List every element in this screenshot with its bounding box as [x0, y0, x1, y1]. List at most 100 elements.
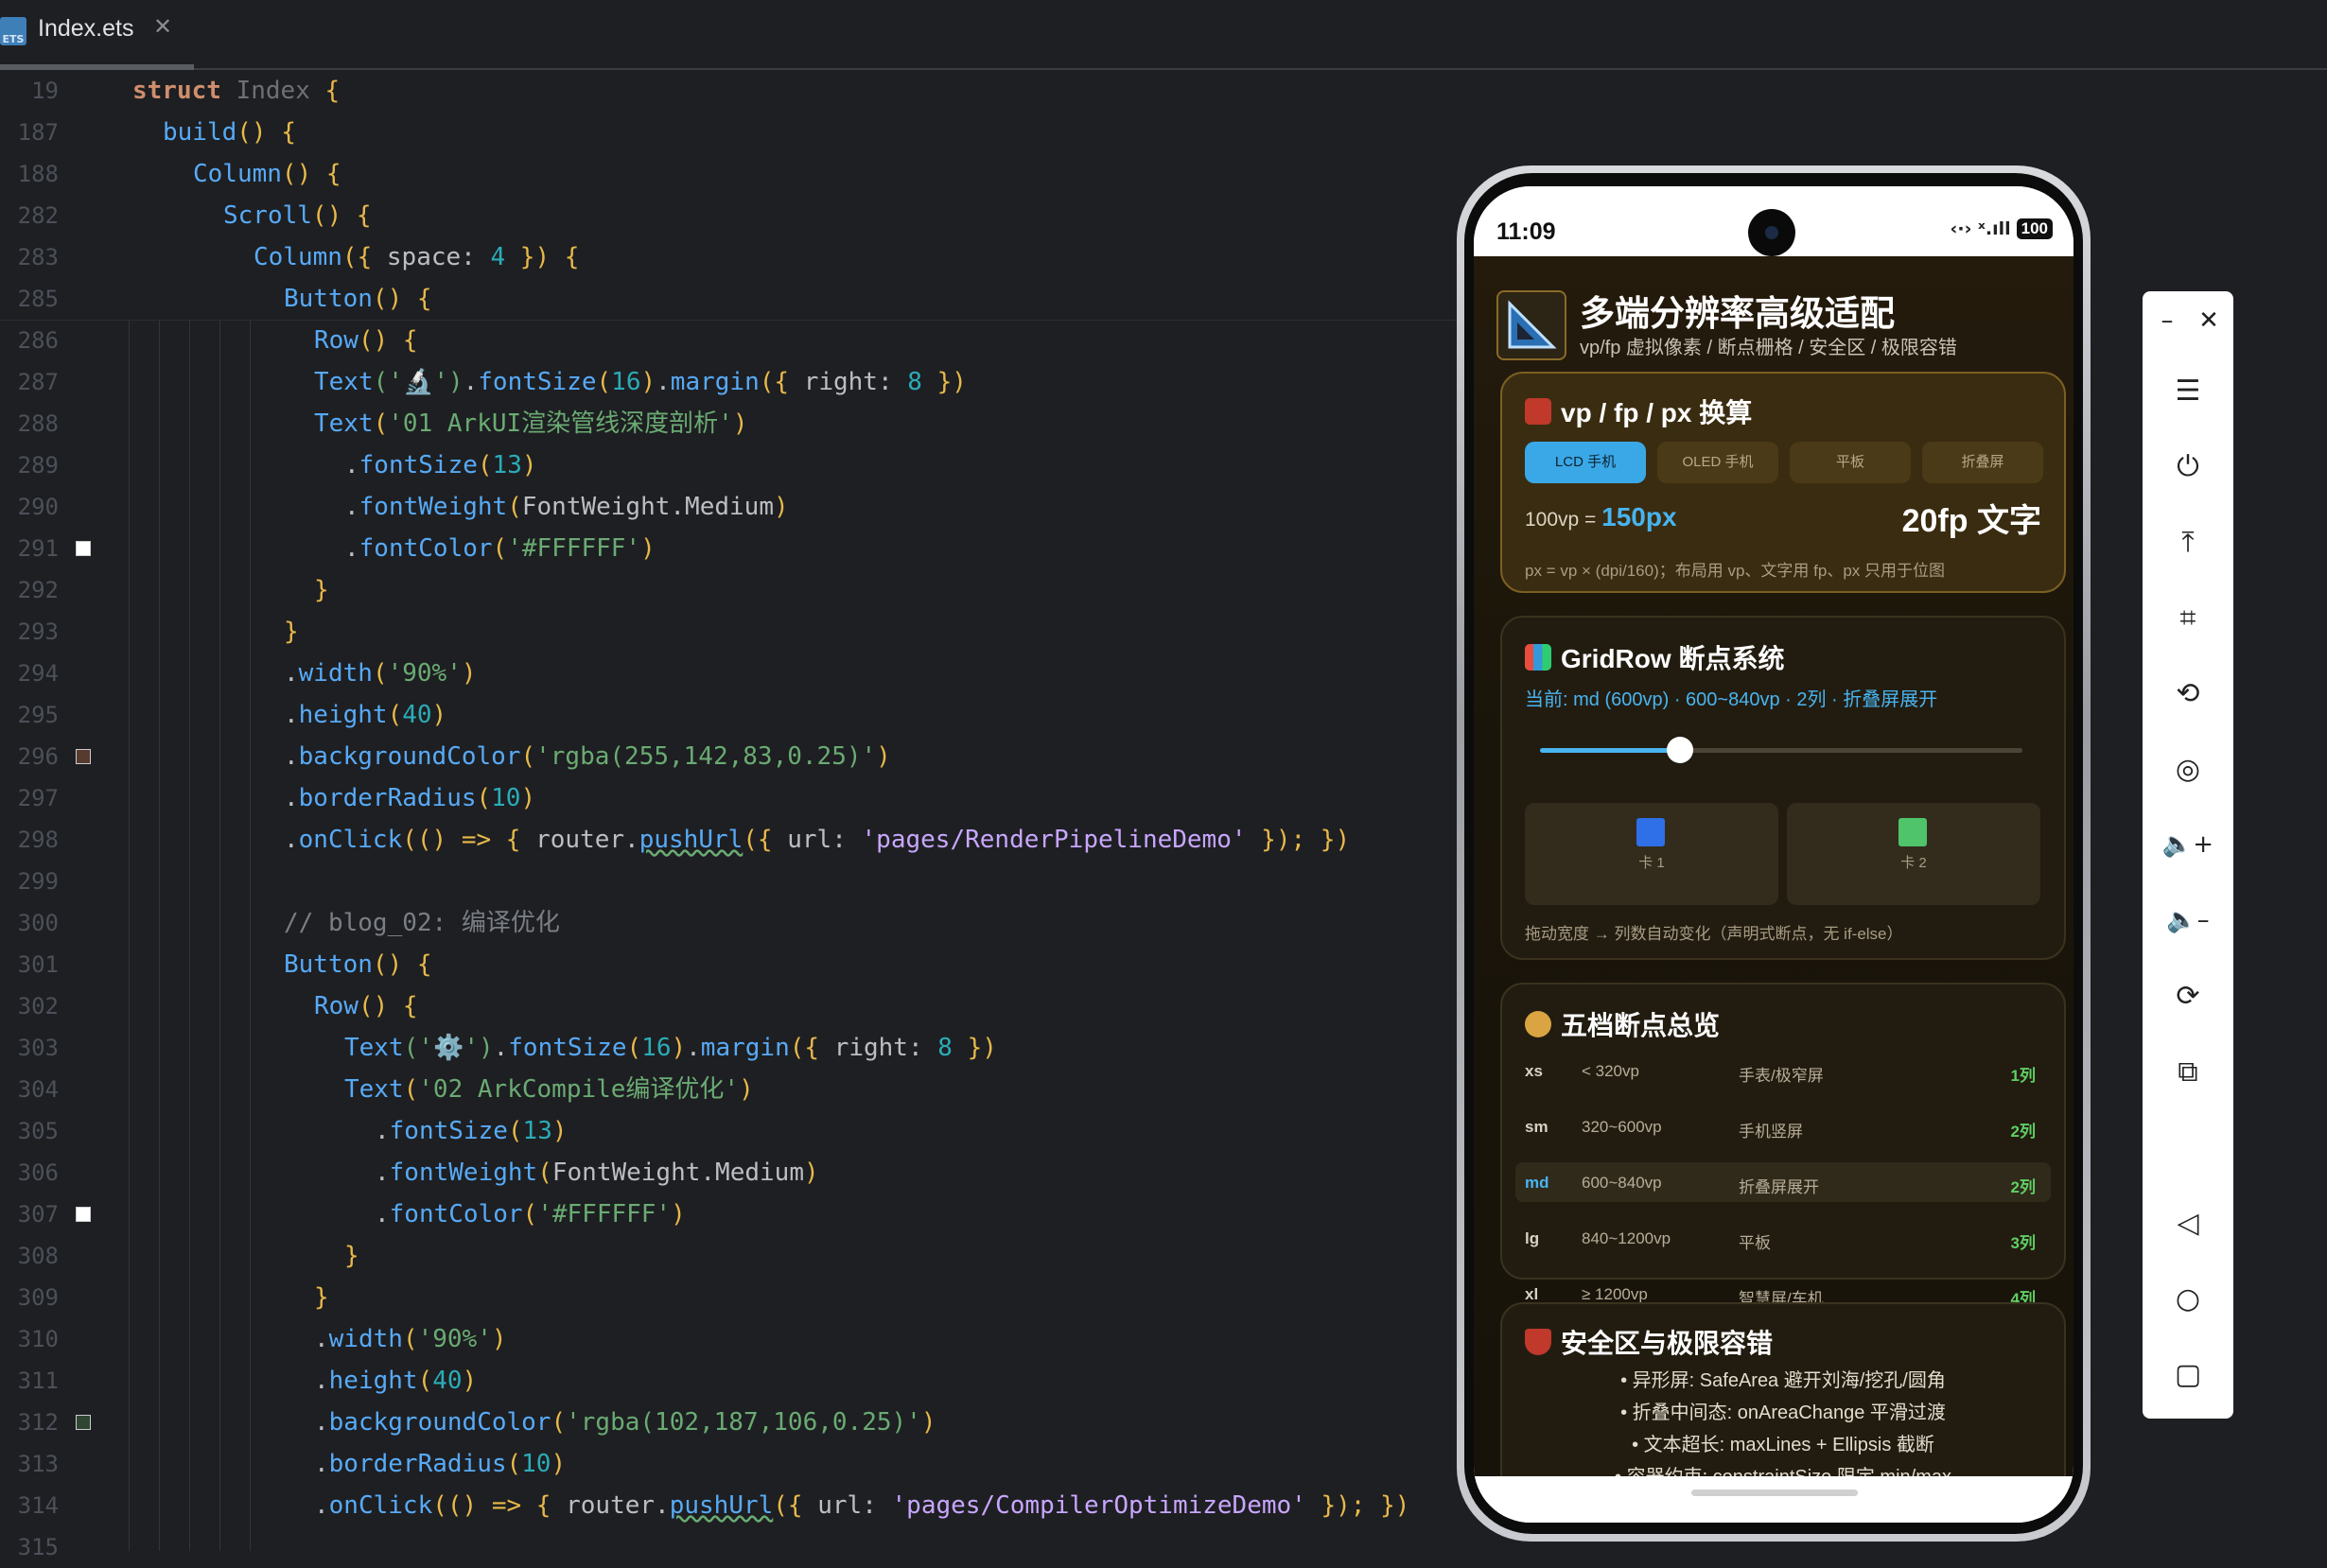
code-line[interactable]: 285 Button() { [0, 278, 1457, 320]
line-number: 309 [17, 1284, 59, 1311]
safearea-card: 安全区与极限容错 • 异形屏: SafeArea 避开刘海/挖孔/圆角 • 折叠… [1500, 1302, 2066, 1476]
breakpoint-row: xs < 320vp 手表/极窄屏 1列 [1515, 1051, 2051, 1090]
code-line[interactable]: 290 .fontWeight(FontWeight.Medium) [0, 486, 1457, 528]
code-line[interactable]: 286 Row() { [0, 320, 1457, 361]
code-token: fontColor [389, 1200, 523, 1228]
code-line[interactable]: 313 .borderRadius(10) [0, 1443, 1457, 1485]
stopwatch-icon [1525, 1011, 1551, 1037]
width-slider[interactable] [1540, 737, 2022, 763]
rotate-button[interactable]: ⟲ [2143, 670, 2233, 717]
color-swatch-icon[interactable] [76, 1415, 91, 1430]
code-line[interactable]: 188 Column() { [0, 153, 1457, 195]
code-line[interactable]: 310 .width('90%') [0, 1318, 1457, 1360]
color-swatch-icon[interactable] [76, 1207, 91, 1222]
bar-chart-icon [1525, 644, 1551, 671]
code-line[interactable]: 302 Row() { [0, 985, 1457, 1027]
code-line[interactable]: 283 Column({ space: 4 }) { [0, 236, 1457, 278]
breakpoint-name: md [1525, 1174, 1549, 1192]
back-button[interactable]: ◁ [2143, 1199, 2233, 1246]
code-line[interactable]: 309} [0, 1277, 1457, 1318]
code-token: url [817, 1491, 863, 1520]
rotate-device-icon: ⟳ [2176, 979, 2200, 1013]
code-line[interactable]: 306 .fontWeight(FontWeight.Medium) [0, 1152, 1457, 1193]
code-line[interactable]: 299 [0, 861, 1457, 902]
code-token: Button [284, 285, 373, 313]
code-line[interactable]: 288 Text('01 ArkUI渲染管线深度剖析') [0, 403, 1457, 444]
color-swatch-icon[interactable] [76, 541, 91, 556]
code-line[interactable]: 294 .width('90%') [0, 653, 1457, 694]
code-line[interactable]: 314 .onClick(() => { router.pushUrl({ url… [0, 1485, 1457, 1526]
phone-screen[interactable]: 11:09 ‹·› ˣ.ıll 100 多端分辨率高级适配 vp/fp 虚拟像素… [1474, 186, 2073, 1523]
color-swatch-icon[interactable] [76, 749, 91, 764]
code-text: .width('90%') [314, 1325, 507, 1353]
code-line[interactable]: 296 .backgroundColor('rgba(255,142,83,0.2… [0, 736, 1457, 777]
code-line[interactable]: 19 struct Index { [0, 70, 1457, 112]
menu-button[interactable]: ☰ [2143, 367, 2233, 414]
code-line[interactable]: 305 .fontSize(13) [0, 1110, 1457, 1152]
recents-button[interactable]: ▢ [2143, 1350, 2233, 1398]
code-line[interactable]: 291 .fontColor('#FFFFFF') [0, 528, 1457, 569]
code-line[interactable]: 300 // blog_02: 编译优化 [0, 902, 1457, 944]
multi-screen-button[interactable]: ⧉ [2143, 1048, 2233, 1095]
code-token: margin [670, 368, 760, 396]
conversion-card-title: vp / fp / px 换算 [1525, 392, 1752, 430]
code-line[interactable]: 298 .onClick(() => { router.pushUrl({ url… [0, 819, 1457, 861]
power-button[interactable]: ⏻ [2143, 443, 2233, 490]
code-text: Column({ space: 4 }) { [254, 243, 580, 271]
code-token: 🔬 [402, 368, 434, 396]
file-tab[interactable]: ETS Index.ets ✕ [0, 0, 194, 70]
code-line[interactable]: 315 [0, 1526, 1457, 1568]
code-line[interactable]: 282 Scroll() { [0, 195, 1457, 236]
code-line[interactable]: 292} [0, 569, 1457, 611]
slider-thumb[interactable] [1666, 737, 1693, 763]
breakpoint-row: sm 320~600vp 手机竖屏 2列 [1515, 1106, 2051, 1146]
line-number: 307 [17, 1201, 59, 1228]
app-content[interactable]: 多端分辨率高级适配 vp/fp 虚拟像素 / 断点栅格 / 安全区 / 极限容错… [1474, 256, 2073, 1476]
code-line[interactable]: 287 Text('🔬').fontSize(16).margin({ right… [0, 361, 1457, 403]
close-tab-icon[interactable]: ✕ [153, 13, 172, 40]
code-text: .backgroundColor('rgba(255,142,83,0.25)'… [284, 742, 891, 771]
crop-button[interactable]: ⌗ [2143, 594, 2233, 641]
code-line[interactable]: 312 .backgroundColor('rgba(102,187,106,0.… [0, 1402, 1457, 1443]
code-line[interactable]: 293} [0, 611, 1457, 653]
breakpoint-name: xl [1525, 1285, 1539, 1303]
code-line[interactable]: 297 .borderRadius(10) [0, 777, 1457, 819]
code-token: fontColor [359, 534, 493, 563]
breakpoint-columns: 2列 [2010, 1178, 2036, 1196]
code-text: Row() { [314, 992, 418, 1020]
breakpoints-card-title: 五档断点总览 [1525, 1005, 1720, 1043]
code-line[interactable]: 311 .height(40) [0, 1360, 1457, 1402]
code-token: Text [314, 368, 374, 396]
code-line[interactable]: 303 Text('⚙️').fontSize(16).margin({ righ… [0, 1027, 1457, 1069]
signal-icon: ‹·› ˣ.ıll [1950, 218, 2011, 239]
volume-down-button[interactable]: 🔈– [2143, 897, 2233, 944]
line-number: 315 [17, 1534, 59, 1560]
device-segment-tab[interactable]: 折叠屏 [1922, 442, 2043, 483]
code-line[interactable]: 301 Button() { [0, 944, 1457, 985]
home-indicator-bar [1474, 1476, 2073, 1523]
breakpoint-row: md 600~840vp 折叠屏展开 2列 [1515, 1162, 2051, 1202]
breakpoint-columns: 1列 [2010, 1067, 2036, 1085]
code-token: 'pages/RenderPipelineDemo' [861, 826, 1247, 854]
code-line[interactable]: 304 Text('02 ArkCompile编译优化') [0, 1069, 1457, 1110]
home-indicator[interactable] [1691, 1490, 1858, 1496]
device-segment-tab[interactable]: OLED 手机 [1657, 442, 1778, 483]
code-line[interactable]: 307 .fontColor('#FFFFFF') [0, 1193, 1457, 1235]
code-token: // blog_02: 编译优化 [284, 909, 560, 937]
device-segment-tab[interactable]: 平板 [1790, 442, 1911, 483]
code-line[interactable]: 187 build() { [0, 112, 1457, 153]
code-token: FontWeight.Medium [551, 1159, 804, 1187]
code-line[interactable]: 289 .fontSize(13) [0, 444, 1457, 486]
device-segment-tab[interactable]: LCD 手机 [1525, 442, 1646, 483]
code-line[interactable]: 308} [0, 1235, 1457, 1277]
code-line[interactable]: 295 .height(40) [0, 694, 1457, 736]
code-token: fontSize [478, 368, 597, 396]
rotate-device-button[interactable]: ⟳ [2143, 972, 2233, 1019]
pin-top-button[interactable]: ⤒ [2143, 518, 2233, 566]
screenshot-button[interactable]: ◎ [2143, 745, 2233, 793]
home-button[interactable]: ○ [2143, 1275, 2233, 1322]
code-text: .onClick(() => { router.pushUrl({ url: '… [284, 826, 1351, 854]
close-button[interactable]: ✕ [2163, 297, 2254, 344]
code-token: fontSize [389, 1117, 508, 1145]
volume-up-button[interactable]: 🔈+ [2143, 821, 2233, 868]
